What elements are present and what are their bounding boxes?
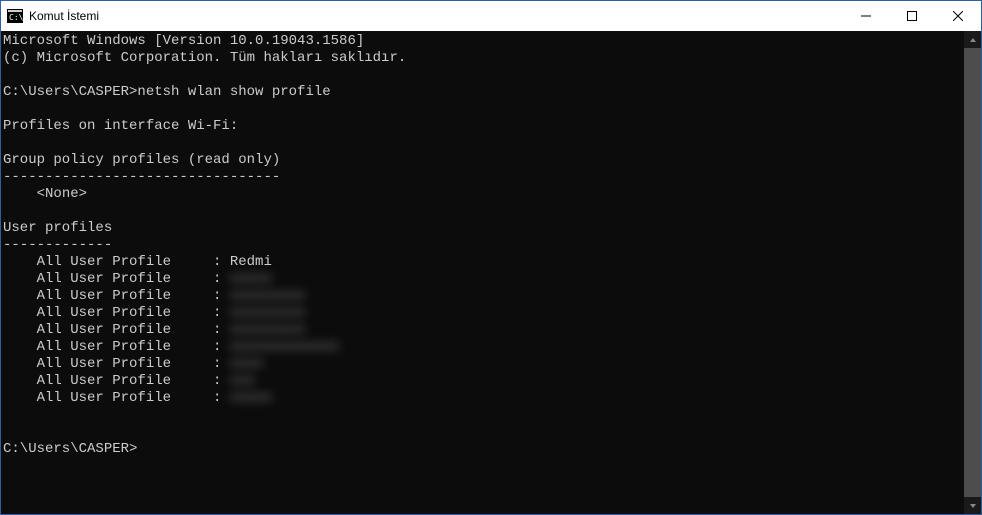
profile-value-redacted: xxxx: [230, 356, 264, 372]
interface-heading: Profiles on interface Wi-Fi:: [3, 118, 964, 135]
window-controls: [843, 1, 981, 31]
profile-value-redacted: xxxxx: [230, 271, 272, 287]
gpp-heading: Group policy profiles (read only): [3, 152, 964, 169]
blank-line: [3, 203, 964, 220]
profile-value-redacted: xxxxxxxxxxxxx: [230, 339, 339, 355]
profile-row: All User Profile : xxxxxxxxx: [3, 305, 964, 322]
profile-row: All User Profile : xxxxxxxxx: [3, 288, 964, 305]
profile-row: All User Profile : Redmi: [3, 254, 964, 271]
titlebar[interactable]: C:\ Komut İstemi: [1, 1, 981, 31]
user-separator: -------------: [3, 237, 964, 254]
command-prompt-window: C:\ Komut İstemi Microsoft Windows [Vers…: [0, 0, 982, 515]
profile-value-redacted: xxxxxxxxx: [230, 322, 306, 338]
version-line: Microsoft Windows [Version 10.0.19043.15…: [3, 33, 964, 50]
svg-text:C:\: C:\: [9, 13, 23, 22]
terminal-container: Microsoft Windows [Version 10.0.19043.15…: [1, 31, 981, 514]
scrollbar-up-button[interactable]: [964, 31, 981, 48]
minimize-button[interactable]: [843, 1, 889, 31]
gpp-none: <None>: [37, 186, 87, 202]
profile-label: All User Profile: [37, 356, 171, 372]
profile-row: All User Profile : xxxxxxxxxxxxx: [3, 339, 964, 356]
blank-line: [3, 135, 964, 152]
blank-line: [3, 101, 964, 118]
gpp-none-line: <None>: [3, 186, 964, 203]
scrollbar-thumb[interactable]: [964, 48, 981, 497]
scrollbar-down-button[interactable]: [964, 497, 981, 514]
profile-label: All User Profile: [37, 254, 171, 270]
prompt-path: C:\Users\CASPER>: [3, 441, 137, 457]
profile-label: All User Profile: [37, 305, 171, 321]
profile-label: All User Profile: [37, 339, 171, 355]
profile-label: All User Profile: [37, 322, 171, 338]
prompt-path: C:\Users\CASPER>: [3, 84, 137, 100]
copyright-line: (c) Microsoft Corporation. Tüm hakları s…: [3, 50, 964, 67]
gpp-separator: ---------------------------------: [3, 169, 964, 186]
profile-row: All User Profile : xxxxxxxxx: [3, 322, 964, 339]
profile-value-redacted: xxxxxxxxx: [230, 305, 306, 321]
blank-line: [3, 407, 964, 424]
profile-value-redacted: xxxxxxxxx: [230, 288, 306, 304]
window-title: Komut İstemi: [29, 9, 843, 23]
profile-label: All User Profile: [37, 373, 171, 389]
profile-label: All User Profile: [37, 288, 171, 304]
profile-row: All User Profile : xxxx: [3, 356, 964, 373]
vertical-scrollbar[interactable]: [964, 31, 981, 514]
profile-label: All User Profile: [37, 271, 171, 287]
terminal-output[interactable]: Microsoft Windows [Version 10.0.19043.15…: [1, 31, 964, 514]
profile-row: All User Profile : xxxxx: [3, 271, 964, 288]
profile-row: All User Profile : xxxxx: [3, 390, 964, 407]
cmd-icon: C:\: [7, 8, 23, 24]
prompt-line: C:\Users\CASPER>: [3, 441, 964, 458]
profile-value-redacted: xxx: [230, 373, 255, 389]
user-heading: User profiles: [3, 220, 964, 237]
scrollbar-track[interactable]: [964, 48, 981, 497]
profile-value-redacted: xxxxx: [230, 390, 272, 406]
maximize-button[interactable]: [889, 1, 935, 31]
blank-line: [3, 67, 964, 84]
profile-value: Redmi: [230, 254, 272, 270]
blank-line: [3, 424, 964, 441]
prompt-line: C:\Users\CASPER>netsh wlan show profile: [3, 84, 964, 101]
prompt-command: netsh wlan show profile: [137, 84, 330, 100]
profile-label: All User Profile: [37, 390, 171, 406]
profile-row: All User Profile : xxx: [3, 373, 964, 390]
close-button[interactable]: [935, 1, 981, 31]
